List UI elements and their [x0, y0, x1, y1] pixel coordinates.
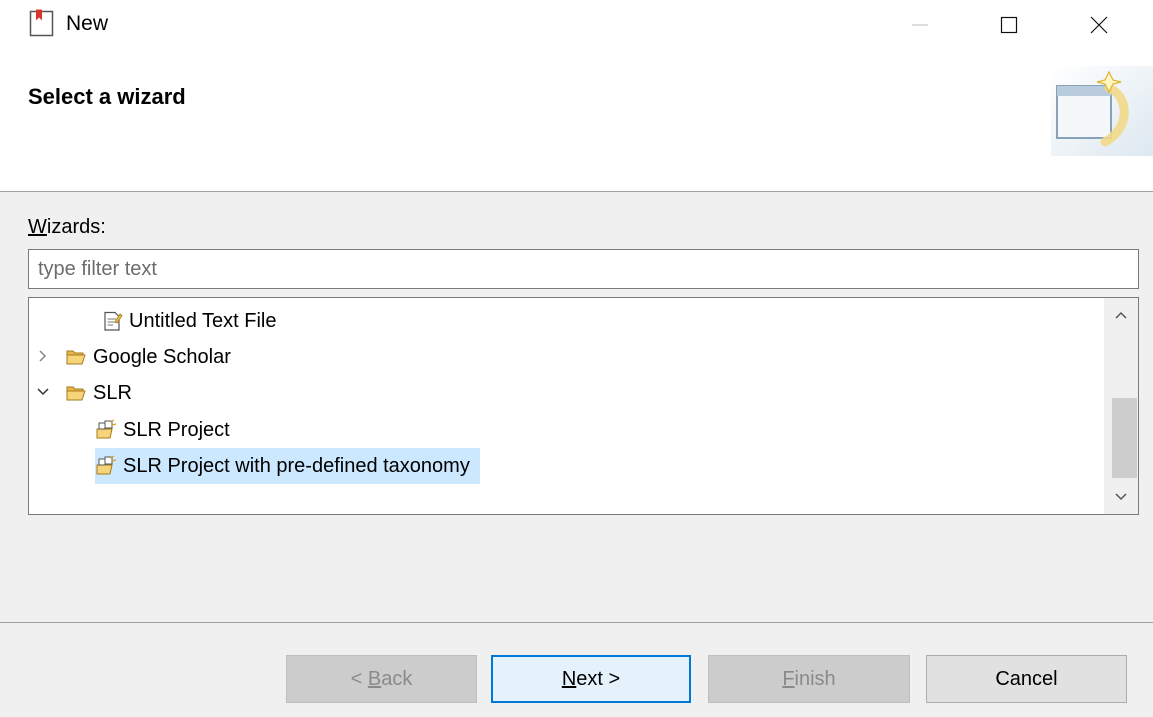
minimize-button[interactable] [897, 0, 943, 50]
title-bar: New [0, 0, 1153, 50]
app-icon [29, 9, 55, 37]
tree-item-label: Untitled Text File [129, 309, 277, 332]
scroll-thumb[interactable] [1112, 398, 1137, 478]
wizards-label-rest: izards: [46, 216, 106, 238]
next-button[interactable]: Next > [491, 655, 691, 703]
tree-item-label: SLR Project [123, 418, 230, 441]
tree-item-label: SLR Project with pre-defined taxonomy [123, 454, 470, 477]
cancel-button-label: Cancel [995, 667, 1058, 690]
chevron-down-icon[interactable] [35, 384, 51, 400]
tree-scrollbar[interactable] [1104, 298, 1138, 514]
chevron-down-icon [1115, 493, 1127, 501]
wizard-banner-icon [1051, 66, 1153, 156]
footer-separator [0, 622, 1153, 623]
window-title: New [66, 12, 109, 35]
tree-item-slr-project[interactable]: SLR Project [95, 412, 240, 448]
tree-item-label: Google Scholar [93, 345, 231, 368]
wizards-label: Wizards: [28, 216, 106, 239]
finish-button-accel: F [782, 667, 795, 690]
slr-project-icon [95, 419, 117, 441]
filter-input[interactable] [28, 249, 1139, 289]
back-button-prefix: < [350, 667, 368, 690]
tree-item-untitled-text-file[interactable]: Untitled Text File [101, 303, 286, 339]
back-button[interactable]: < Back [286, 655, 477, 703]
maximize-button[interactable] [986, 0, 1032, 50]
slr-project-icon [95, 455, 117, 477]
chevron-right-icon[interactable] [35, 348, 51, 364]
back-button-rest: ack [381, 667, 413, 690]
wizard-header: Select a wizard [0, 50, 1153, 191]
header-separator [0, 191, 1153, 192]
scroll-up-button[interactable] [1104, 298, 1138, 334]
finish-button[interactable]: Finish [708, 655, 910, 703]
folder-icon [65, 346, 87, 368]
tree-item-slr[interactable]: SLR [65, 375, 142, 411]
tree-item-label: SLR [93, 381, 132, 404]
tree-item-google-scholar[interactable]: Google Scholar [65, 339, 241, 375]
folder-icon [65, 382, 87, 404]
next-button-accel: N [561, 667, 577, 690]
wizard-tree[interactable]: Untitled Text File Google Scholar SLR SL… [28, 297, 1139, 515]
finish-button-rest: inish [794, 667, 836, 690]
next-button-rest: ext > [576, 667, 621, 690]
close-button[interactable] [1076, 0, 1122, 50]
wizards-label-accel: W [28, 216, 47, 238]
page-title: Select a wizard [28, 84, 186, 109]
scroll-down-button[interactable] [1104, 478, 1138, 514]
back-button-accel: B [367, 667, 382, 690]
text-file-icon [101, 310, 123, 332]
tree-item-slr-project-taxonomy[interactable]: SLR Project with pre-defined taxonomy [95, 448, 480, 484]
chevron-up-icon [1115, 311, 1127, 319]
cancel-button[interactable]: Cancel [926, 655, 1127, 703]
